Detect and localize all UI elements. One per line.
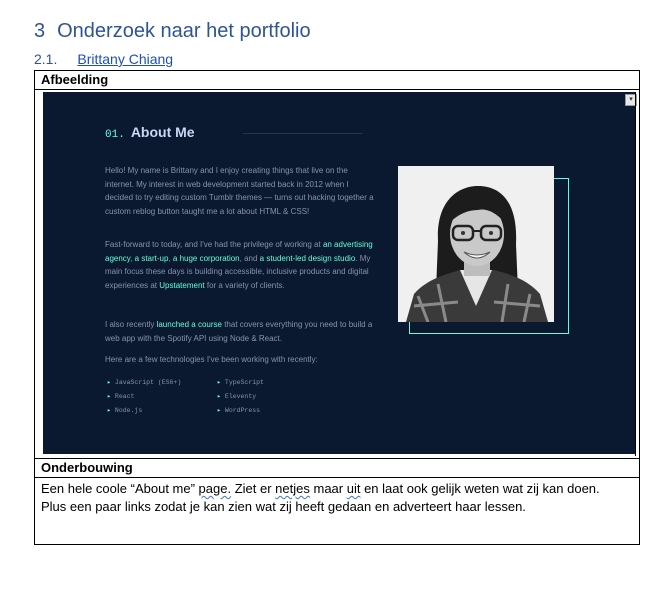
spellcheck-word: netjes xyxy=(275,481,310,496)
tech-item: ▸ TypeScript xyxy=(217,379,264,386)
reason-text-part: maar xyxy=(309,481,347,496)
heading-1: 3 Onderzoek naar het portfolio xyxy=(34,20,311,43)
reason-text-cell: Een hele coole “About me” page. Ziet er … xyxy=(34,477,640,545)
tech-item: ▸ WordPress xyxy=(217,407,261,414)
heading-2: 2.1. Brittany Chiang xyxy=(34,51,173,67)
course-link: launched a course xyxy=(156,320,222,329)
about-paragraph-1: Hello! My name is Brittany and I enjoy c… xyxy=(105,166,374,216)
spellcheck-word: page. xyxy=(198,481,232,496)
image-label-cell: Afbeelding xyxy=(34,70,640,90)
tech-item: ▸ React xyxy=(107,393,135,400)
heading-2-number: 2.1. xyxy=(34,51,58,67)
about-paragraph-3: I also recently launched a course that c… xyxy=(105,320,373,343)
heading-1-title: Onderzoek naar het portfolio xyxy=(57,20,311,42)
studio-link: a student-led design studio xyxy=(259,253,356,263)
reason-label-cell: Onderbouwing xyxy=(34,458,640,478)
section-number: 01. xyxy=(105,129,125,141)
profile-photo xyxy=(398,166,554,322)
upstatement-link: Upstatement xyxy=(159,280,205,290)
reason-line-1: Een hele coole “About me” page. Ziet er … xyxy=(41,480,633,498)
tech-item: ▸ JavaScript (ES6+) xyxy=(107,379,182,386)
corporation-link: a huge corporation xyxy=(172,253,240,263)
about-paragraph-4: Here are a few technologies I've been wo… xyxy=(105,355,318,364)
heading-rule xyxy=(243,133,363,134)
section-title: About Me xyxy=(130,124,195,140)
reason-line-2: Plus een paar links zodat je kan zien wa… xyxy=(41,499,526,514)
image-label: Afbeelding xyxy=(41,72,109,87)
startup-link: a start-up xyxy=(134,253,169,263)
image-right-edge xyxy=(635,92,636,456)
spellcheck-word: uit xyxy=(346,481,361,496)
about-heading: 01. About Me xyxy=(105,124,195,141)
portfolio-link[interactable]: Brittany Chiang xyxy=(77,51,173,67)
about-paragraph-2: Fast-forward to today, and I've had the … xyxy=(105,240,373,290)
portfolio-screenshot: 01. About Me Hello! My name is Brittany a… xyxy=(43,92,635,454)
portrait-image xyxy=(398,166,554,322)
reason-text-part: Ziet er xyxy=(231,481,276,496)
reason-text-part: en laat ook gelijk weten wat zij kan doe… xyxy=(360,481,600,496)
tech-item: ▸ Node.js xyxy=(107,407,143,414)
reason-text-part: Een hele coole “About me” xyxy=(41,481,199,496)
reason-label: Onderbouwing xyxy=(41,460,133,475)
tech-item: ▸ Eleventy xyxy=(217,393,257,400)
heading-1-number: 3 xyxy=(34,20,46,42)
